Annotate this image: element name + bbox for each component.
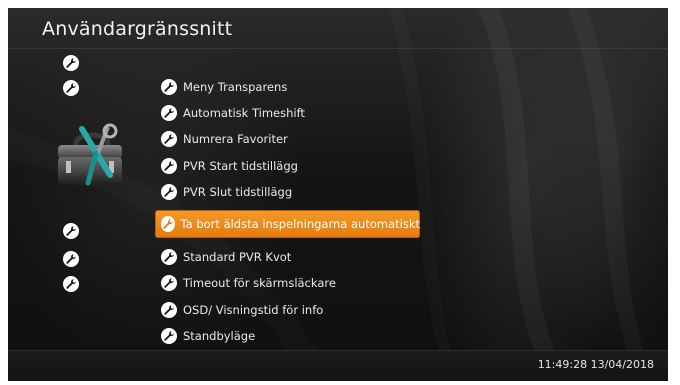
wrench-icon	[161, 158, 177, 174]
menu-item-pvr-slut-tidstillagg[interactable]: PVR Slut tidstillägg	[155, 179, 420, 205]
menu-item-label: PVR Start tidstillägg	[183, 159, 298, 173]
wrench-icon	[161, 328, 177, 344]
menu-item-label: Meny Transparens	[183, 80, 288, 94]
toolbox-icon	[58, 123, 122, 186]
menu-item-label: Standard PVR Kvot	[183, 250, 292, 264]
wrench-icon	[161, 249, 177, 265]
settings-screen: Användargränssnitt Meny Transparens Auto…	[8, 8, 668, 381]
menu-item-standard-pvr-kvot[interactable]: Standard PVR Kvot	[155, 244, 420, 270]
wrench-icon	[161, 302, 177, 318]
wrench-icon	[161, 105, 177, 121]
menu-item-label: Numrera Favoriter	[183, 132, 288, 146]
wrench-icon	[63, 251, 79, 267]
menu-item-label: Standbyläge	[183, 329, 256, 343]
wrench-icon	[63, 276, 79, 292]
title-divider	[8, 48, 668, 49]
menu-item-label: OSD/ Visningstid för info	[183, 303, 324, 317]
menu-item-meny-transparens[interactable]: Meny Transparens	[155, 74, 420, 100]
menu-item-label: PVR Slut tidstillägg	[183, 185, 293, 199]
page-title: Användargränssnitt	[42, 18, 233, 40]
menu-item-label: Automatisk Timeshift	[183, 106, 305, 120]
menu-item-automatisk-timeshift[interactable]: Automatisk Timeshift	[155, 100, 420, 126]
menu-item-ta-bort-aldsta-inspelningarna[interactable]: Ta bort äldsta inspelningarna automatisk…	[155, 210, 420, 238]
wrench-icon	[161, 216, 175, 232]
footer-bar: 11:49:28 13/04/2018	[8, 350, 668, 381]
wrench-icon	[161, 275, 177, 291]
wrench-icon	[63, 55, 79, 71]
menu-item-pvr-start-tidstillagg[interactable]: PVR Start tidstillägg	[155, 153, 420, 179]
clock: 11:49:28 13/04/2018	[537, 358, 654, 371]
wrench-icon	[63, 80, 79, 96]
menu-item-numrera-favoriter[interactable]: Numrera Favoriter	[155, 126, 420, 152]
menu-item-timeout-for-skarmslackare[interactable]: Timeout för skärmsläckare	[155, 270, 420, 296]
menu-item-standbylage[interactable]: Standbyläge	[155, 323, 420, 349]
wrench-icon	[161, 131, 177, 147]
menu-item-label: Ta bort äldsta inspelningarna automatisk…	[180, 217, 420, 231]
menu-item-label: Timeout för skärmsläckare	[183, 276, 336, 290]
menu-item-osd-visningstid[interactable]: OSD/ Visningstid för info	[155, 297, 420, 323]
wrench-icon	[161, 79, 177, 95]
wrench-icon	[63, 223, 79, 239]
wrench-icon	[161, 184, 177, 200]
